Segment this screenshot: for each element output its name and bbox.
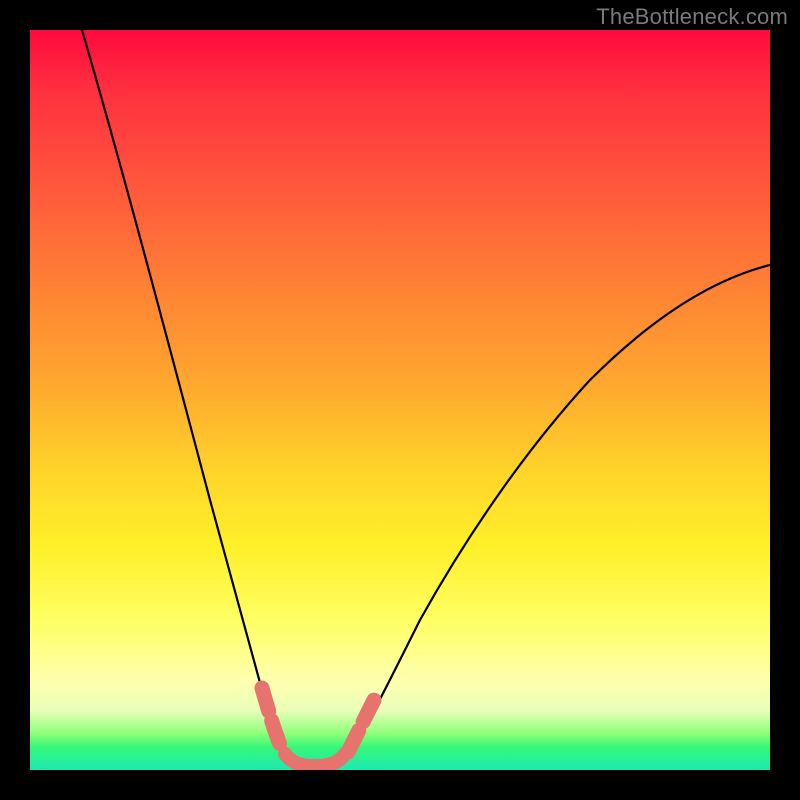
chart-svg (30, 30, 770, 770)
chart-frame: TheBottleneck.com (0, 0, 800, 800)
curve-left-branch (82, 30, 300, 765)
curve-right-branch (330, 265, 770, 765)
highlight-valley-floor (285, 754, 345, 766)
highlight-left-worm (262, 688, 283, 752)
highlight-right-worm (348, 700, 374, 752)
chart-plot-area (30, 30, 770, 770)
watermark-text: TheBottleneck.com (596, 4, 788, 30)
